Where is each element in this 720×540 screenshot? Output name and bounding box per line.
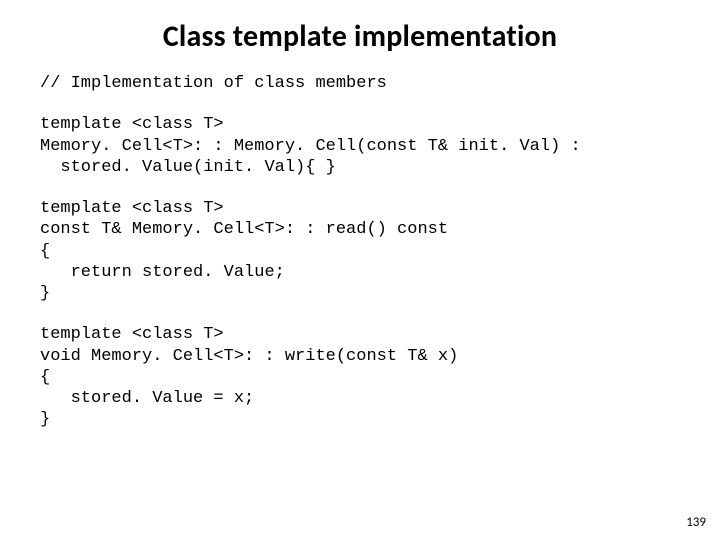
code-block-constructor: template <class T> Memory. Cell<T>: : Me… [40, 114, 680, 178]
slide-title: Class template implementation [40, 18, 680, 55]
code-comment: // Implementation of class members [40, 73, 680, 94]
code-block-read: template <class T> const T& Memory. Cell… [40, 198, 680, 304]
page-number: 139 [686, 515, 706, 530]
slide: Class template implementation // Impleme… [0, 0, 720, 540]
code-block-write: template <class T> void Memory. Cell<T>:… [40, 324, 680, 430]
